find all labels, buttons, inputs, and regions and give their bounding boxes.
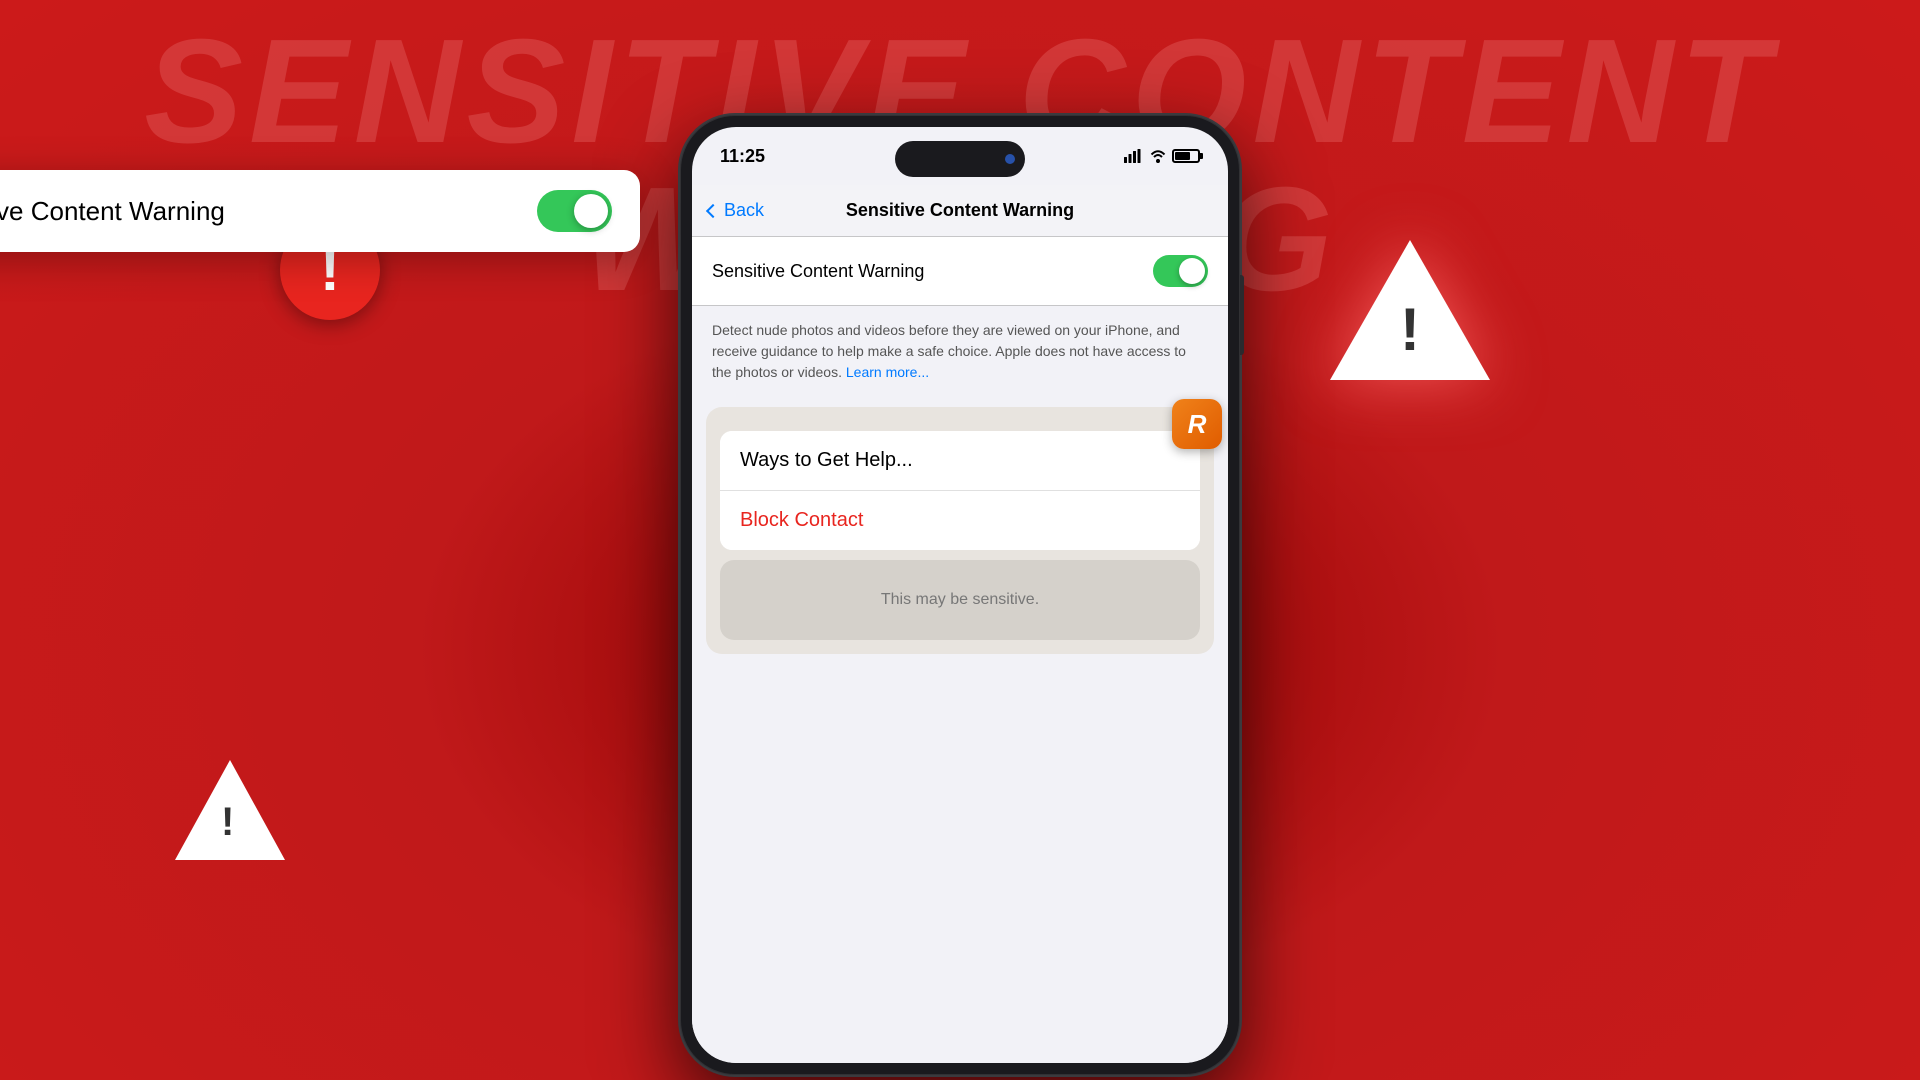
app-icon-letter: R <box>1188 409 1207 440</box>
toggle-knob <box>1179 258 1205 284</box>
nav-bar: Back Sensitive Content Warning <box>692 185 1228 237</box>
back-label[interactable]: Back <box>724 200 764 221</box>
play-triangle-icon: ! <box>175 760 285 860</box>
status-icons <box>1124 149 1200 163</box>
content-area: Sensitive Content Warning Detect nude ph… <box>692 237 1228 1063</box>
overlay-toggle-label: Sensitive Content Warning <box>0 196 225 227</box>
battery-fill <box>1175 152 1190 160</box>
app-icon-badge: R <box>1172 399 1222 449</box>
play-tri-exclamation: ! <box>221 800 234 845</box>
action-button-card: Ways to Get Help... Block Contact <box>720 431 1200 550</box>
battery-icon <box>1172 149 1200 163</box>
overlay-toggle-card: Sensitive Content Warning <box>0 170 640 252</box>
back-button[interactable]: Back <box>708 200 764 221</box>
sensitive-label: This may be sensitive. <box>881 591 1039 609</box>
camera-dot <box>1005 154 1015 164</box>
triangle-exclamation: ! <box>1400 295 1420 364</box>
block-contact-button[interactable]: Block Contact <box>720 491 1200 550</box>
dynamic-island <box>895 141 1025 177</box>
description-text: Detect nude photos and videos before the… <box>692 306 1228 397</box>
warning-triangle-icon: ! <box>1330 240 1490 380</box>
learn-more-link[interactable]: Learn more... <box>846 364 929 380</box>
toggle-row: Sensitive Content Warning <box>692 237 1228 306</box>
phone-screen: 11:25 <box>692 127 1228 1063</box>
nav-title: Sensitive Content Warning <box>846 200 1074 221</box>
desc-body: Detect nude photos and videos before the… <box>712 322 1186 380</box>
overlay-toggle-switch[interactable] <box>537 190 612 232</box>
toggle-label: Sensitive Content Warning <box>712 261 924 282</box>
ways-to-help-button[interactable]: Ways to Get Help... <box>720 431 1200 491</box>
play-tri-shape: ! <box>175 760 285 860</box>
overlay-toggle-knob <box>574 194 608 228</box>
chevron-left-icon <box>706 203 720 217</box>
signal-icon <box>1124 149 1144 163</box>
sensitive-content-card: This may be sensitive. <box>720 560 1200 640</box>
toggle-switch[interactable] <box>1153 255 1208 287</box>
phone-mockup: 11:25 <box>680 115 1240 1075</box>
wifi-icon <box>1150 149 1166 163</box>
triangle-shape: ! <box>1330 240 1490 380</box>
alert-card-area: R Ways to Get Help... Block Contact This… <box>706 407 1214 654</box>
phone-body: 11:25 <box>680 115 1240 1075</box>
status-time: 11:25 <box>720 146 765 167</box>
